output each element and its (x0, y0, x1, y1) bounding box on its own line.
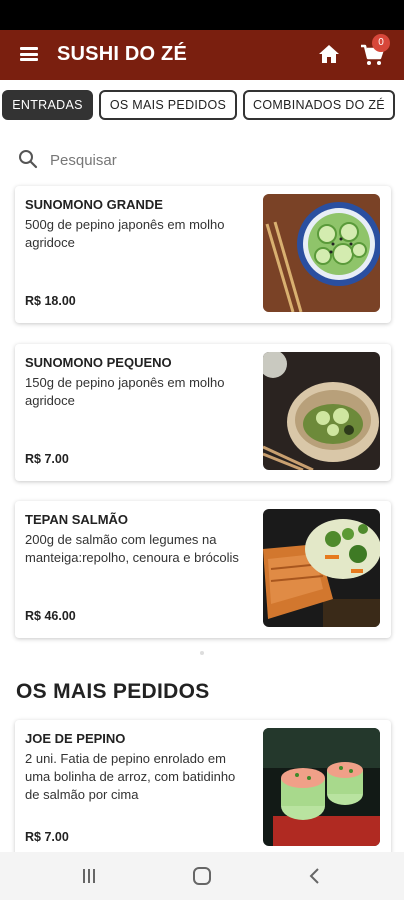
product-name: TEPAN SALMÃO (25, 512, 129, 527)
section-title-os-mais-pedidos: OS MAIS PEDIDOS (16, 680, 210, 703)
app-title: SUSHI DO ZÉ (57, 43, 187, 65)
product-description: 150g de pepino japonês em molho agridoce (25, 375, 225, 408)
product-price: R$ 7.00 (25, 830, 69, 844)
product-card[interactable]: SUNOMONO GRANDE 500g de pepino japonês e… (15, 186, 391, 323)
product-card[interactable]: TEPAN SALMÃO 200g de salmão com legumes … (15, 501, 391, 638)
tab-combinados-do-ze[interactable]: COMBINADOS DO ZÉ (243, 90, 395, 120)
tab-entradas[interactable]: ENTRADAS (2, 90, 93, 120)
search-input[interactable] (50, 146, 380, 174)
product-name: SUNOMONO PEQUENO (25, 355, 172, 370)
product-description: 2 uni. Fatia de pepino enrolado em uma b… (25, 751, 236, 802)
product-price: R$ 7.00 (25, 452, 69, 466)
cucumber-salad-bowl-image (263, 194, 380, 312)
cucumber-salad-small-bowl-image (263, 352, 380, 470)
cucumber-salmon-joe-image (263, 728, 380, 846)
cart-count-badge: 0 (372, 34, 390, 52)
product-price: R$ 46.00 (25, 609, 76, 623)
product-price: R$ 18.00 (25, 294, 76, 308)
tab-os-mais-pedidos[interactable]: OS MAIS PEDIDOS (99, 90, 237, 120)
product-card[interactable]: JOE DE PEPINO 2 uni. Fatia de pepino enr… (15, 720, 391, 860)
system-nav-bar (0, 852, 404, 900)
product-description: 500g de pepino japonês em molho agridoce (25, 217, 225, 250)
scroll-indicator (200, 651, 204, 655)
category-tabs: ENTRADAS OS MAIS PEDIDOS COMBINADOS DO Z… (0, 90, 404, 122)
home-icon[interactable] (318, 44, 340, 64)
status-bar (0, 0, 404, 30)
grilled-salmon-vegetables-image (263, 509, 380, 627)
product-name: JOE DE PEPINO (25, 731, 126, 746)
product-name: SUNOMONO GRANDE (25, 197, 163, 212)
recent-apps-icon[interactable] (79, 866, 99, 886)
search-icon (19, 150, 38, 169)
menu-icon[interactable] (20, 47, 38, 61)
product-card[interactable]: SUNOMONO PEQUENO 150g de pepino japonês … (15, 344, 391, 481)
search-bar (0, 140, 404, 180)
home-circle-icon[interactable] (192, 866, 212, 886)
product-description: 200g de salmão com legumes na manteiga:r… (25, 532, 239, 565)
back-icon[interactable] (305, 866, 325, 886)
app-bar: SUSHI DO ZÉ 0 (0, 30, 404, 80)
